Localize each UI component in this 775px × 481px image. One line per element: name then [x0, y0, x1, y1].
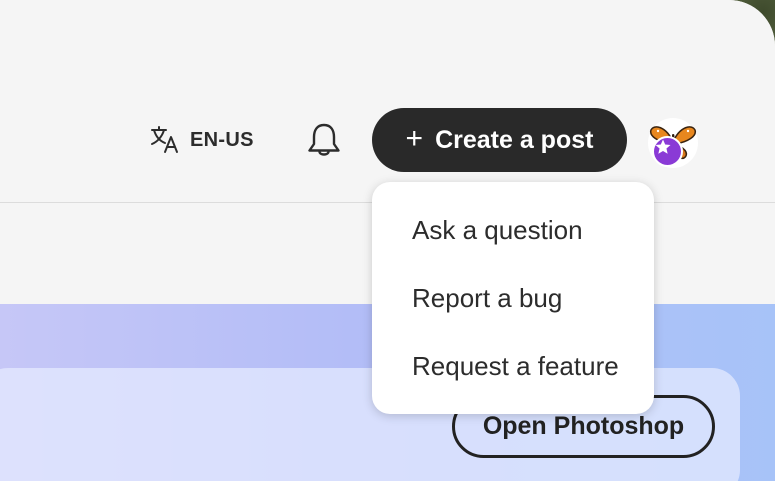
- plus-icon: +: [405, 121, 424, 155]
- language-label: EN-US: [190, 128, 254, 151]
- translate-icon: [150, 126, 180, 154]
- create-post-label: Create a post: [435, 125, 594, 154]
- user-badge: [652, 136, 683, 167]
- notifications-button[interactable]: [306, 122, 342, 158]
- language-selector[interactable]: EN-US: [150, 124, 254, 156]
- menu-item-report-bug[interactable]: Report a bug: [372, 264, 654, 332]
- bell-icon: [306, 123, 342, 162]
- app-window: EN-US + Create a post Open Photoshop Ask…: [0, 0, 775, 481]
- menu-item-ask-question[interactable]: Ask a question: [372, 196, 654, 264]
- menu-item-request-feature[interactable]: Request a feature: [372, 332, 654, 400]
- user-avatar[interactable]: [648, 118, 698, 168]
- create-post-button[interactable]: + Create a post: [372, 108, 627, 172]
- create-post-menu: Ask a question Report a bug Request a fe…: [372, 182, 654, 414]
- top-header: EN-US + Create a post: [0, 0, 775, 203]
